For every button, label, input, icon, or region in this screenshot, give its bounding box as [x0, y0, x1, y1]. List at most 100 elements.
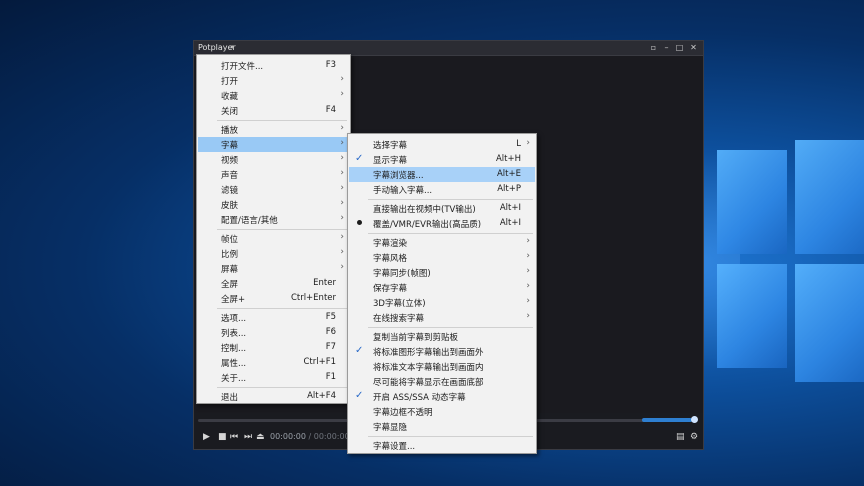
menu-item-open[interactable]: 打开 › — [198, 73, 349, 88]
volume-bar[interactable] — [642, 418, 692, 422]
menu-item-subtitle-sync[interactable]: 字幕同步(帧图) › — [349, 265, 535, 280]
shortcut-label: Alt+I — [499, 218, 521, 228]
minimize-icon[interactable]: – — [662, 43, 671, 52]
menu-item-subtitle-settings[interactable]: 字幕设置... — [349, 438, 535, 453]
menu-item-playback[interactable]: 播放 › — [198, 122, 349, 137]
submenu-arrow-icon: › — [340, 168, 344, 178]
radio-dot-icon — [357, 220, 362, 225]
menu-item-online-search[interactable]: 在线搜索字幕 › — [349, 310, 535, 325]
menu-item-show-bottom[interactable]: 尽可能将字幕显示在画面底部 — [349, 374, 535, 389]
play-icon[interactable]: ▶ — [203, 431, 210, 443]
menu-item-exit[interactable]: 退出 Alt+F4 — [198, 389, 349, 404]
menu-item-label: 关闭 — [221, 107, 239, 117]
submenu-arrow-icon: › — [526, 296, 530, 306]
menu-item-label: 皮肤 — [221, 201, 239, 211]
menu-item-label: 属性... — [221, 359, 247, 369]
menu-separator — [368, 199, 533, 200]
pin-icon[interactable]: ▫ — [649, 43, 658, 52]
menu-item-label: 字幕 — [221, 141, 239, 151]
eject-icon[interactable]: ⏏ — [256, 431, 265, 443]
menu-item-label: 选项... — [221, 314, 247, 324]
menu-item-audio[interactable]: 声音 › — [198, 167, 349, 182]
menu-item-label: 选择字幕 — [373, 141, 408, 151]
menu-item-overlay-output[interactable]: 覆盖/VMR/EVR输出(高品质) Alt+I — [349, 216, 535, 231]
menu-item-subtitle-render[interactable]: 字幕渲染 › — [349, 235, 535, 250]
menu-item-direct-output[interactable]: 直接输出在视频中(TV输出) Alt+I — [349, 201, 535, 216]
menu-item-label: 尽可能将字幕显示在画面底部 — [373, 378, 484, 388]
menu-item-subtitle-browser[interactable]: 字幕浏览器... Alt+E — [349, 167, 535, 182]
stop-icon[interactable]: ■ — [218, 431, 227, 443]
shortcut-label: F7 — [325, 342, 336, 352]
time-current: 00:00:00 — [270, 432, 306, 441]
menu-item-label: 复制当前字幕到剪贴板 — [373, 333, 459, 343]
submenu-arrow-icon: › — [340, 232, 344, 242]
menu-item-subtitle-style[interactable]: 字幕风格 › — [349, 250, 535, 265]
menu-item-label: 覆盖/VMR/EVR输出(高品质) — [373, 220, 482, 230]
menu-item-ratio[interactable]: 比例 › — [198, 246, 349, 261]
menu-item-show-subtitles[interactable]: ✓ 显示字幕 Alt+H — [349, 152, 535, 167]
shortcut-label: Alt+H — [495, 154, 521, 164]
menu-item-select-subtitle[interactable]: 选择字幕 L › — [349, 137, 535, 152]
menu-item-label: 字幕浏览器... — [373, 171, 424, 181]
menu-item-label: 3D字幕(立体) — [373, 299, 426, 309]
menu-item-options[interactable]: 选项... F5 — [198, 310, 349, 325]
menu-separator — [217, 120, 347, 121]
menu-item-image-outside[interactable]: ✓ 将标准图形字幕输出到画面外 — [349, 344, 535, 359]
menu-item-fullscreen-plus[interactable]: 全屏+ Ctrl+Enter — [198, 291, 349, 306]
menu-item-3d-subtitle[interactable]: 3D字幕(立体) › — [349, 295, 535, 310]
shortcut-label: F1 — [325, 372, 336, 382]
submenu-arrow-icon: › — [340, 198, 344, 208]
submenu-arrow-icon: › — [526, 266, 530, 276]
menu-item-label: 手动输入字幕... — [373, 186, 433, 196]
menu-caret-icon[interactable]: ▾ — [231, 43, 235, 51]
menu-item-label: 控制... — [221, 344, 247, 354]
menu-item-close[interactable]: 关闭 F4 — [198, 103, 349, 118]
windows-logo — [705, 140, 864, 410]
settings-gear-icon[interactable]: ⚙ — [690, 431, 698, 443]
menu-separator — [368, 436, 533, 437]
menu-item-copy-subtitle[interactable]: 复制当前字幕到剪贴板 — [349, 329, 535, 344]
maximize-icon[interactable]: □ — [675, 43, 684, 52]
menu-item-skins[interactable]: 皮肤 › — [198, 197, 349, 212]
next-icon[interactable]: ⏭ — [244, 431, 252, 443]
menu-item-frame[interactable]: 帧位 › — [198, 231, 349, 246]
menu-item-open-file[interactable]: 打开文件... F3 — [198, 58, 349, 73]
menu-item-screen[interactable]: 屏幕 › — [198, 261, 349, 276]
submenu-arrow-icon: › — [526, 311, 530, 321]
shortcut-label: F4 — [325, 105, 336, 115]
submenu-arrow-icon: › — [340, 138, 344, 148]
shortcut-label: Alt+E — [496, 169, 521, 179]
submenu-arrow-icon: › — [526, 251, 530, 261]
previous-icon[interactable]: ⏮ — [230, 431, 238, 443]
shortcut-label: Alt+P — [497, 184, 521, 194]
menu-item-playlist[interactable]: 列表... F6 — [198, 325, 349, 340]
menu-item-favorites[interactable]: 收藏 › — [198, 88, 349, 103]
menu-item-label: 字幕边框不透明 — [373, 408, 433, 418]
close-icon[interactable]: ✕ — [689, 43, 698, 52]
menu-item-label: 帧位 — [221, 235, 239, 245]
menu-item-label: 声音 — [221, 171, 239, 181]
menu-item-properties[interactable]: 属性... Ctrl+F1 — [198, 355, 349, 370]
submenu-arrow-icon: › — [340, 213, 344, 223]
playlist-icon[interactable]: ▤ — [676, 431, 685, 443]
menu-item-opaque-border[interactable]: 字幕边框不透明 — [349, 404, 535, 419]
menu-item-fullscreen[interactable]: 全屏 Enter — [198, 276, 349, 291]
submenu-arrow-icon: › — [340, 74, 344, 84]
menu-item-text-inside[interactable]: 将标准文本字幕输出到画面内 — [349, 359, 535, 374]
checkmark-icon: ✓ — [355, 345, 364, 356]
menu-item-config[interactable]: 配置/语言/其他 › — [198, 212, 349, 227]
menu-item-save-subtitle[interactable]: 保存字幕 › — [349, 280, 535, 295]
menu-item-filters[interactable]: 滤镜 › — [198, 182, 349, 197]
menu-item-subtitles[interactable]: 字幕 › — [198, 137, 349, 152]
shortcut-label: F3 — [325, 60, 336, 70]
menu-item-video[interactable]: 视频 › — [198, 152, 349, 167]
menu-item-about[interactable]: 关于... F1 — [198, 370, 349, 385]
menu-item-label: 收藏 — [221, 92, 239, 102]
menu-item-manual-input[interactable]: 手动输入字幕... Alt+P — [349, 182, 535, 197]
menu-item-toggle-subtitle[interactable]: 字幕显隐 — [349, 419, 535, 434]
menu-item-ass-dynamic[interactable]: ✓ 开启 ASS/SSA 动态字幕 — [349, 389, 535, 404]
checkmark-icon: ✓ — [355, 390, 364, 401]
subtitles-submenu: 选择字幕 L › ✓ 显示字幕 Alt+H 字幕浏览器... Alt+E 手动输入字幕..… — [347, 133, 537, 454]
menu-item-control[interactable]: 控制... F7 — [198, 340, 349, 355]
volume-knob[interactable] — [691, 416, 698, 423]
